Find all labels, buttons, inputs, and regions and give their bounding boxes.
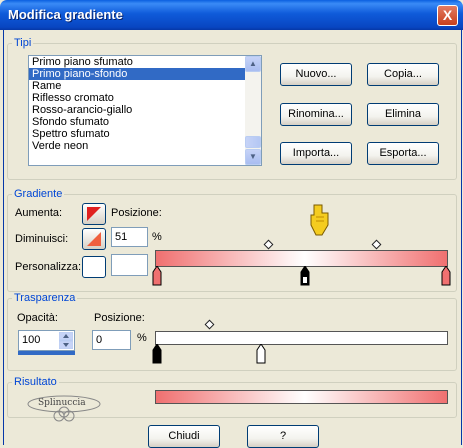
list-item[interactable]: Verde neon — [29, 140, 245, 152]
list-item[interactable]: Rame — [29, 80, 245, 92]
decrease-swatch-icon — [87, 232, 101, 246]
gradient-preview-bar[interactable] — [155, 250, 448, 267]
list-item[interactable]: Sfondo sfumato — [29, 116, 245, 128]
list-item[interactable]: Primo piano-sfondo — [29, 68, 245, 80]
spinner-arrows-icon[interactable] — [59, 332, 73, 349]
chiudi-button[interactable]: Chiudi — [148, 425, 220, 448]
opacity-stop-end-icon[interactable] — [256, 344, 266, 364]
opacity-stop-start-icon[interactable] — [152, 344, 162, 364]
gradiente-group: Gradiente — [7, 188, 457, 292]
help-button[interactable]: ? — [247, 425, 319, 448]
opacity-bar[interactable] — [155, 331, 448, 345]
aumenta-label: Aumenta: — [15, 207, 63, 219]
opacita-value: 100 — [22, 334, 41, 346]
diminuisci-percent: % — [152, 231, 162, 243]
window-title: Modifica gradiente — [8, 7, 123, 22]
personalizza-swatch[interactable] — [111, 254, 148, 276]
rinomina-button[interactable]: Rinomina... — [280, 103, 352, 126]
diminuisci-label: Diminuisci: — [15, 233, 69, 245]
watermark-logo: Splinuccia — [24, 392, 106, 422]
personalizza-label: Personalizza: — [15, 261, 82, 273]
trasparenza-percent: % — [137, 332, 147, 344]
diminuisci-input[interactable]: 51 — [111, 227, 148, 247]
list-item[interactable]: Primo piano sfumato — [29, 56, 245, 68]
opacita-indicator — [18, 351, 75, 355]
list-item[interactable]: Spettro sfumato — [29, 128, 245, 140]
close-button[interactable]: X — [437, 5, 458, 26]
gradiente-legend: Gradiente — [14, 188, 63, 200]
list-item[interactable]: Riflesso cromato — [29, 92, 245, 104]
color-stop-end-icon[interactable] — [441, 266, 451, 286]
scroll-down-icon[interactable]: ▼ — [245, 149, 261, 165]
nuovo-button[interactable]: Nuovo... — [280, 63, 352, 86]
risultato-legend: Risultato — [14, 376, 57, 388]
gradient-editor-dialog: Modifica gradiente X Tipi Primo piano sf… — [0, 0, 463, 448]
color-stop-mid-icon[interactable] — [300, 266, 310, 286]
trasparenza-posizione-label: Posizione: — [94, 312, 145, 324]
tipi-legend: Tipi — [14, 37, 32, 49]
esporta-button[interactable]: Esporta... — [367, 142, 439, 165]
list-item[interactable]: Rosso-arancio-giallo — [29, 104, 245, 116]
scroll-up-icon[interactable]: ▲ — [245, 56, 261, 72]
hand-cursor-icon — [310, 204, 329, 236]
gradient-list[interactable]: Primo piano sfumato Primo piano-sfondo Ram… — [28, 55, 262, 166]
trasparenza-posizione-input[interactable]: 0 — [92, 330, 131, 350]
opacita-spinner[interactable]: 100 — [18, 330, 75, 351]
gradiente-posizione-label: Posizione: — [111, 207, 162, 219]
increase-swatch-icon — [87, 207, 101, 221]
personalizza-color-button[interactable] — [82, 256, 106, 278]
trasparenza-legend: Trasparenza — [14, 292, 76, 304]
title-bar[interactable]: Modifica gradiente X — [0, 0, 463, 30]
result-gradient-bar — [155, 390, 448, 404]
copia-button[interactable]: Copia... — [367, 63, 439, 86]
color-stop-start-icon[interactable] — [152, 266, 162, 286]
diminuisci-color-button[interactable] — [82, 228, 106, 250]
opacita-label: Opacità: — [17, 312, 58, 324]
importa-button[interactable]: Importa... — [280, 142, 352, 165]
logo-text: Splinuccia — [38, 398, 86, 408]
list-scrollbar[interactable]: ▲ ▼ — [245, 56, 261, 165]
scroll-thumb[interactable] — [245, 136, 261, 148]
elimina-button[interactable]: Elimina — [367, 103, 439, 126]
aumenta-color-button[interactable] — [82, 203, 106, 225]
